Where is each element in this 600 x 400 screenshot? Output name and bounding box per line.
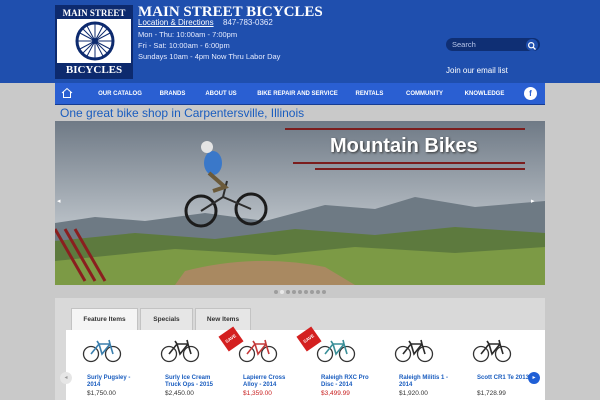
- slider-dot[interactable]: [274, 290, 278, 294]
- facebook-icon[interactable]: f: [524, 87, 537, 100]
- product-card[interactable]: Surly Ice Cream Truck Ops - 2015 $2,450.0…: [144, 330, 214, 400]
- product-price: $1,920.00: [399, 390, 428, 397]
- bicycle-icon: [472, 339, 512, 363]
- email-list-link[interactable]: Join our email list: [446, 66, 508, 75]
- hours-sunday: Sundays 10am - 4pm Now Thru Labor Day: [138, 52, 281, 61]
- slider-dot[interactable]: [322, 290, 326, 294]
- slider-dot[interactable]: [298, 290, 302, 294]
- hours-friday-saturday: Fri - Sat: 10:00am - 6:00pm: [138, 41, 230, 50]
- search-button[interactable]: [526, 39, 538, 51]
- product-card[interactable]: Surly Pugsley - 2014 $1,750.00: [66, 330, 136, 400]
- hero-slider[interactable]: Mountain Bikes: [55, 121, 545, 285]
- tab-specials[interactable]: Specials: [140, 308, 193, 330]
- search-placeholder: Search: [452, 40, 476, 49]
- product-price: $2,450.00: [165, 390, 194, 397]
- product-name[interactable]: Surly Ice Cream Truck Ops - 2015: [165, 375, 223, 389]
- product-price: $1,728.99: [477, 390, 506, 397]
- nav-item-repair[interactable]: BIKE REPAIR AND SERVICE: [255, 83, 340, 105]
- tab-feature-items[interactable]: Feature Items: [71, 308, 138, 330]
- carousel-prev-button[interactable]: ◂: [60, 372, 72, 384]
- logo[interactable]: MAIN STREET BICYCLES: [55, 5, 133, 79]
- home-icon[interactable]: [61, 87, 73, 99]
- hero-prev-arrow[interactable]: ◂: [57, 197, 61, 205]
- slider-dot[interactable]: [292, 290, 296, 294]
- slider-dot[interactable]: [304, 290, 308, 294]
- product-price: $3,499.99: [321, 390, 350, 397]
- slider-dot[interactable]: [286, 290, 290, 294]
- nav-item-knowledge[interactable]: KNOWLEDGE: [457, 83, 512, 105]
- product-name[interactable]: Lapierre Cross Alloy - 2014: [243, 375, 301, 389]
- nav-item-rentals[interactable]: RENTALS: [347, 83, 392, 105]
- product-card[interactable]: SAVE Lapierre Cross Alloy - 2014 $1,359.00: [218, 326, 292, 400]
- phone-number: 847-783-0362: [223, 18, 273, 27]
- product-card[interactable]: Raleigh Militis 1 - 2014 $1,920.00: [378, 330, 448, 400]
- product-name[interactable]: Surly Pugsley - 2014: [87, 375, 145, 389]
- product-card[interactable]: SAVE Raleigh RXC Pro Disc - 2014 $3,499.99: [296, 326, 370, 400]
- hero-next-arrow[interactable]: ▸: [531, 197, 535, 205]
- logo-top-text: MAIN STREET: [57, 7, 131, 19]
- slider-dot[interactable]: [316, 290, 320, 294]
- bicycle-icon: [394, 339, 434, 363]
- product-name[interactable]: Raleigh RXC Pro Disc - 2014: [321, 375, 379, 389]
- slider-dot[interactable]: [310, 290, 314, 294]
- tagline: One great bike shop in Carpentersville, …: [60, 106, 305, 120]
- main-nav: OUR CATALOG BRANDS ABOUT US BIKE REPAIR …: [55, 83, 545, 105]
- bicycle-icon: [160, 339, 200, 363]
- product-card[interactable]: Scott CR1 Te 2013 $1,728.99: [456, 330, 529, 400]
- product-name[interactable]: Scott CR1 Te 2013: [477, 375, 535, 382]
- hero-title: Mountain Bikes: [330, 135, 478, 157]
- carousel-next-button[interactable]: ▸: [528, 372, 540, 384]
- nav-item-brands[interactable]: BRANDS: [150, 83, 195, 105]
- bicycle-wheel-icon: [75, 21, 115, 61]
- hours-weekday: Mon - Thu: 10:00am - 7:00pm: [138, 30, 238, 39]
- product-price: $1,359.00: [243, 390, 272, 397]
- bicycle-icon: [82, 339, 122, 363]
- site-header: MAIN STREET BICYCLES MAIN STREET BICYCLE…: [0, 0, 600, 83]
- product-price: $1,750.00: [87, 390, 116, 397]
- location-directions-link[interactable]: Location & Directions: [138, 18, 214, 27]
- tab-new-items[interactable]: New Items: [195, 308, 251, 330]
- search-icon: [527, 41, 536, 50]
- product-name[interactable]: Raleigh Militis 1 - 2014: [399, 375, 457, 389]
- bicycle-icon: [316, 339, 356, 363]
- nav-item-community[interactable]: COMMUNITY: [397, 83, 452, 105]
- nav-item-catalog[interactable]: OUR CATALOG: [95, 83, 145, 105]
- nav-item-about[interactable]: ABOUT US: [201, 83, 241, 105]
- slider-dots: [55, 286, 545, 298]
- slider-dot[interactable]: [280, 290, 284, 294]
- bicycle-icon: [238, 339, 278, 363]
- logo-bottom-text: BICYCLES: [57, 63, 131, 77]
